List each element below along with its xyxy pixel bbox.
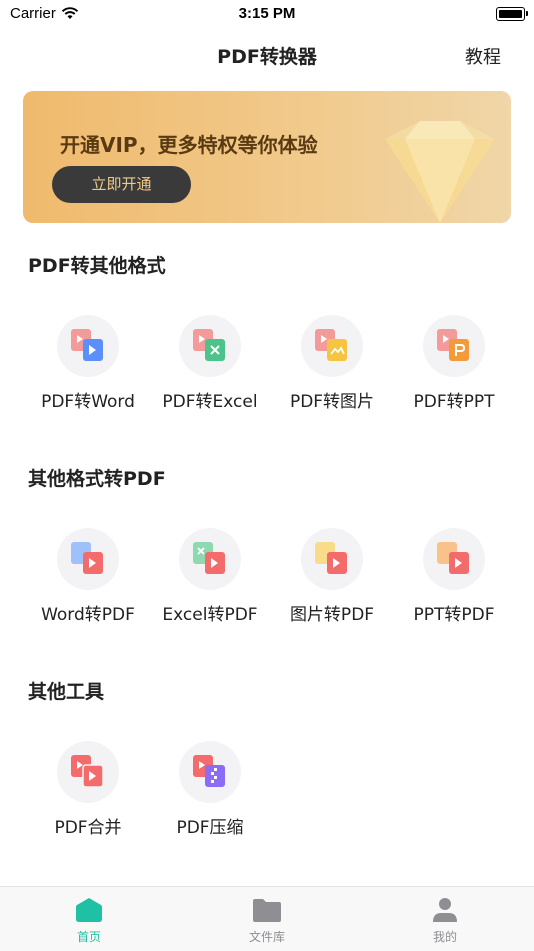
status-time: 3:15 PM bbox=[238, 5, 296, 22]
battery-icon bbox=[496, 7, 528, 21]
tab-label: 首页 bbox=[76, 930, 101, 944]
tutorial-button[interactable]: 教程 bbox=[465, 43, 501, 69]
tool-pdf-merge[interactable]: PDF合并 bbox=[27, 741, 149, 838]
nav-bar: PDF转换器 教程 bbox=[0, 28, 534, 82]
tool-label: 图片转PDF bbox=[289, 605, 375, 625]
tab-mine[interactable]: 我的 bbox=[356, 887, 534, 951]
tool-image-to-pdf[interactable]: 图片转PDF bbox=[271, 528, 393, 625]
pdf-compress-icon bbox=[179, 741, 241, 803]
person-icon bbox=[433, 898, 457, 922]
tool-grid-pdf-to-other: PDF转Word PDF转Excel PDF转图片 PDF转PPT bbox=[27, 315, 515, 412]
tool-pdf-to-excel[interactable]: PDF转Excel bbox=[149, 315, 271, 412]
ppt-to-pdf-icon bbox=[423, 528, 485, 590]
excel-to-pdf-icon bbox=[179, 528, 241, 590]
tool-pdf-to-image[interactable]: PDF转图片 bbox=[271, 315, 393, 412]
tool-label: PDF压缩 bbox=[176, 818, 244, 838]
tab-label: 文件库 bbox=[248, 930, 285, 944]
image-to-pdf-icon bbox=[301, 528, 363, 590]
tool-label: PPT转PDF bbox=[413, 605, 495, 625]
tool-label: PDF转Word bbox=[41, 392, 135, 412]
vip-banner-text: 开通VIP，更多特权等你体验 bbox=[60, 133, 318, 157]
tab-home[interactable]: 首页 bbox=[0, 887, 178, 951]
open-vip-button[interactable]: 立即开通 bbox=[52, 166, 191, 203]
tool-ppt-to-pdf[interactable]: PPT转PDF bbox=[393, 528, 515, 625]
tool-excel-to-pdf[interactable]: Excel转PDF bbox=[149, 528, 271, 625]
tool-label: PDF转PPT bbox=[413, 392, 495, 412]
pdf-to-ppt-icon bbox=[423, 315, 485, 377]
pdf-to-excel-icon bbox=[179, 315, 241, 377]
section-title-other-tools: 其他工具 bbox=[28, 681, 105, 703]
diamond-icon bbox=[385, 121, 495, 223]
pdf-to-image-icon bbox=[301, 315, 363, 377]
pdf-merge-icon bbox=[57, 741, 119, 803]
tab-file-library[interactable]: 文件库 bbox=[178, 887, 356, 951]
vip-banner[interactable]: 开通VIP，更多特权等你体验 立即开通 bbox=[23, 91, 511, 223]
page-title: PDF转换器 bbox=[217, 46, 317, 68]
tool-pdf-to-word[interactable]: PDF转Word bbox=[27, 315, 149, 412]
section-title-pdf-to-other: PDF转其他格式 bbox=[28, 255, 166, 277]
tab-bar: 首页 文件库 我的 bbox=[0, 886, 534, 951]
tool-word-to-pdf[interactable]: Word转PDF bbox=[27, 528, 149, 625]
pdf-to-word-icon bbox=[57, 315, 119, 377]
tool-grid-other-tools: PDF合并 PDF压缩 bbox=[27, 741, 515, 838]
home-icon bbox=[76, 898, 102, 922]
tool-label: PDF转Excel bbox=[162, 392, 258, 412]
word-to-pdf-icon bbox=[57, 528, 119, 590]
tool-label: PDF合并 bbox=[54, 818, 122, 838]
tool-label: Word转PDF bbox=[41, 605, 135, 625]
tool-grid-other-to-pdf: Word转PDF Excel转PDF 图片转PDF PPT转PDF bbox=[27, 528, 515, 625]
tool-pdf-compress[interactable]: PDF压缩 bbox=[149, 741, 271, 838]
status-bar: Carrier 3:15 PM bbox=[0, 0, 534, 28]
tool-label: Excel转PDF bbox=[162, 605, 258, 625]
tool-label: PDF转图片 bbox=[289, 392, 375, 412]
section-title-other-to-pdf: 其他格式转PDF bbox=[28, 468, 166, 490]
tab-label: 我的 bbox=[432, 930, 457, 944]
folder-icon bbox=[253, 899, 281, 922]
tool-pdf-to-ppt[interactable]: PDF转PPT bbox=[393, 315, 515, 412]
